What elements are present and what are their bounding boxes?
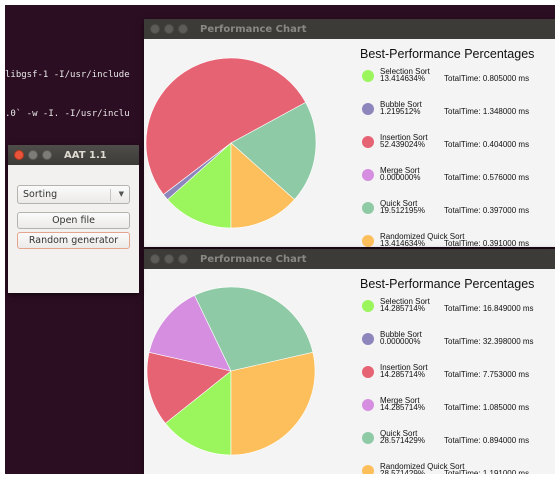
terminal-line: .0` -w -I. -I/usr/inclu [5,109,130,119]
terminal-window[interactable]: libgsf-1 -I/usr/include .0` -w -I. -I/us… [5,43,130,147]
legend-time: TotalTime: 7.753000 ms [444,370,530,379]
aat-content: Sorting ▼ Open file Random generator [8,165,139,293]
open-file-button[interactable]: Open file [17,212,130,229]
minimize-icon[interactable] [28,150,38,160]
legend-percent: 13.414634% [380,74,425,83]
close-icon[interactable] [150,254,160,264]
legend-time: TotalTime: 16.849000 ms [444,304,534,313]
legend-time: TotalTime: 0.397000 ms [444,206,530,215]
aat-window[interactable]: AAT 1.1 Sorting ▼ Open file Random gener… [8,145,139,293]
maximize-icon[interactable] [42,150,52,160]
legend-percent: 1.219512% [380,107,421,116]
legend-time: TotalTime: 0.391000 ms [444,239,530,247]
legend-swatch [362,432,374,444]
legend-swatch [362,465,374,474]
chart-area: Best-Performance Percentages Selection S… [144,269,555,474]
window-titlebar[interactable]: Performance Chart [144,249,555,269]
legend-time: TotalTime: 0.894000 ms [444,436,530,445]
maximize-icon[interactable] [178,24,188,34]
legend-time: TotalTime: 1.085000 ms [444,403,530,412]
minimize-icon[interactable] [164,24,174,34]
legend-time: TotalTime: 1.348000 ms [444,107,530,116]
legend-percent: 13.414634% [380,239,425,247]
close-icon[interactable] [14,150,24,160]
legend-time: TotalTime: 1.191000 ms [444,469,530,474]
window-titlebar[interactable]: AAT 1.1 [8,145,139,165]
legend-percent: 0.000000% [380,173,421,182]
legend-time: TotalTime: 0.404000 ms [444,140,530,149]
select-separator [110,189,111,201]
window-title: Performance Chart [200,23,307,35]
legend-swatch [362,70,374,82]
performance-chart-window-top[interactable]: Performance Chart Best-Performance Perce… [144,19,555,247]
minimize-icon[interactable] [164,254,174,264]
chevron-down-icon: ▼ [118,190,124,198]
legend-swatch [362,169,374,181]
legend-swatch [362,399,374,411]
legend-percent: 14.285714% [380,304,425,313]
pie-chart [146,286,316,456]
legend-swatch [362,235,374,247]
terminal-line: libgsf-1 -I/usr/include [5,70,130,80]
performance-chart-window-bottom[interactable]: Performance Chart Best-Performance Perce… [144,249,555,474]
legend-percent: 14.285714% [380,403,425,412]
chart-title: Best-Performance Percentages [360,47,535,61]
legend-swatch [362,103,374,115]
legend-percent: 28.571429% [380,469,425,474]
algorithm-select[interactable]: Sorting ▼ [17,185,130,204]
legend-swatch [362,366,374,378]
window-titlebar[interactable]: Performance Chart [144,19,555,39]
legend-swatch [362,333,374,345]
legend-time: TotalTime: 0.805000 ms [444,74,530,83]
legend-time: TotalTime: 32.398000 ms [444,337,534,346]
legend-percent: 0.000000% [380,337,421,346]
random-generator-button[interactable]: Random generator [17,232,130,249]
legend-time: TotalTime: 0.576000 ms [444,173,530,182]
close-icon[interactable] [150,24,160,34]
chart-area: Best-Performance Percentages Selection S… [144,39,555,247]
window-title: Performance Chart [200,253,307,265]
window-title: AAT 1.1 [64,149,107,161]
legend-swatch [362,202,374,214]
maximize-icon[interactable] [178,254,188,264]
pie-chart [145,57,317,229]
legend-swatch [362,300,374,312]
chart-title: Best-Performance Percentages [360,277,535,291]
desktop: libgsf-1 -I/usr/include .0` -w -I. -I/us… [5,5,555,474]
legend-percent: 19.512195% [380,206,425,215]
legend-percent: 28.571429% [380,436,425,445]
legend-swatch [362,136,374,148]
select-value: Sorting [23,189,58,200]
legend-percent: 14.285714% [380,370,425,379]
legend-percent: 52.439024% [380,140,425,149]
